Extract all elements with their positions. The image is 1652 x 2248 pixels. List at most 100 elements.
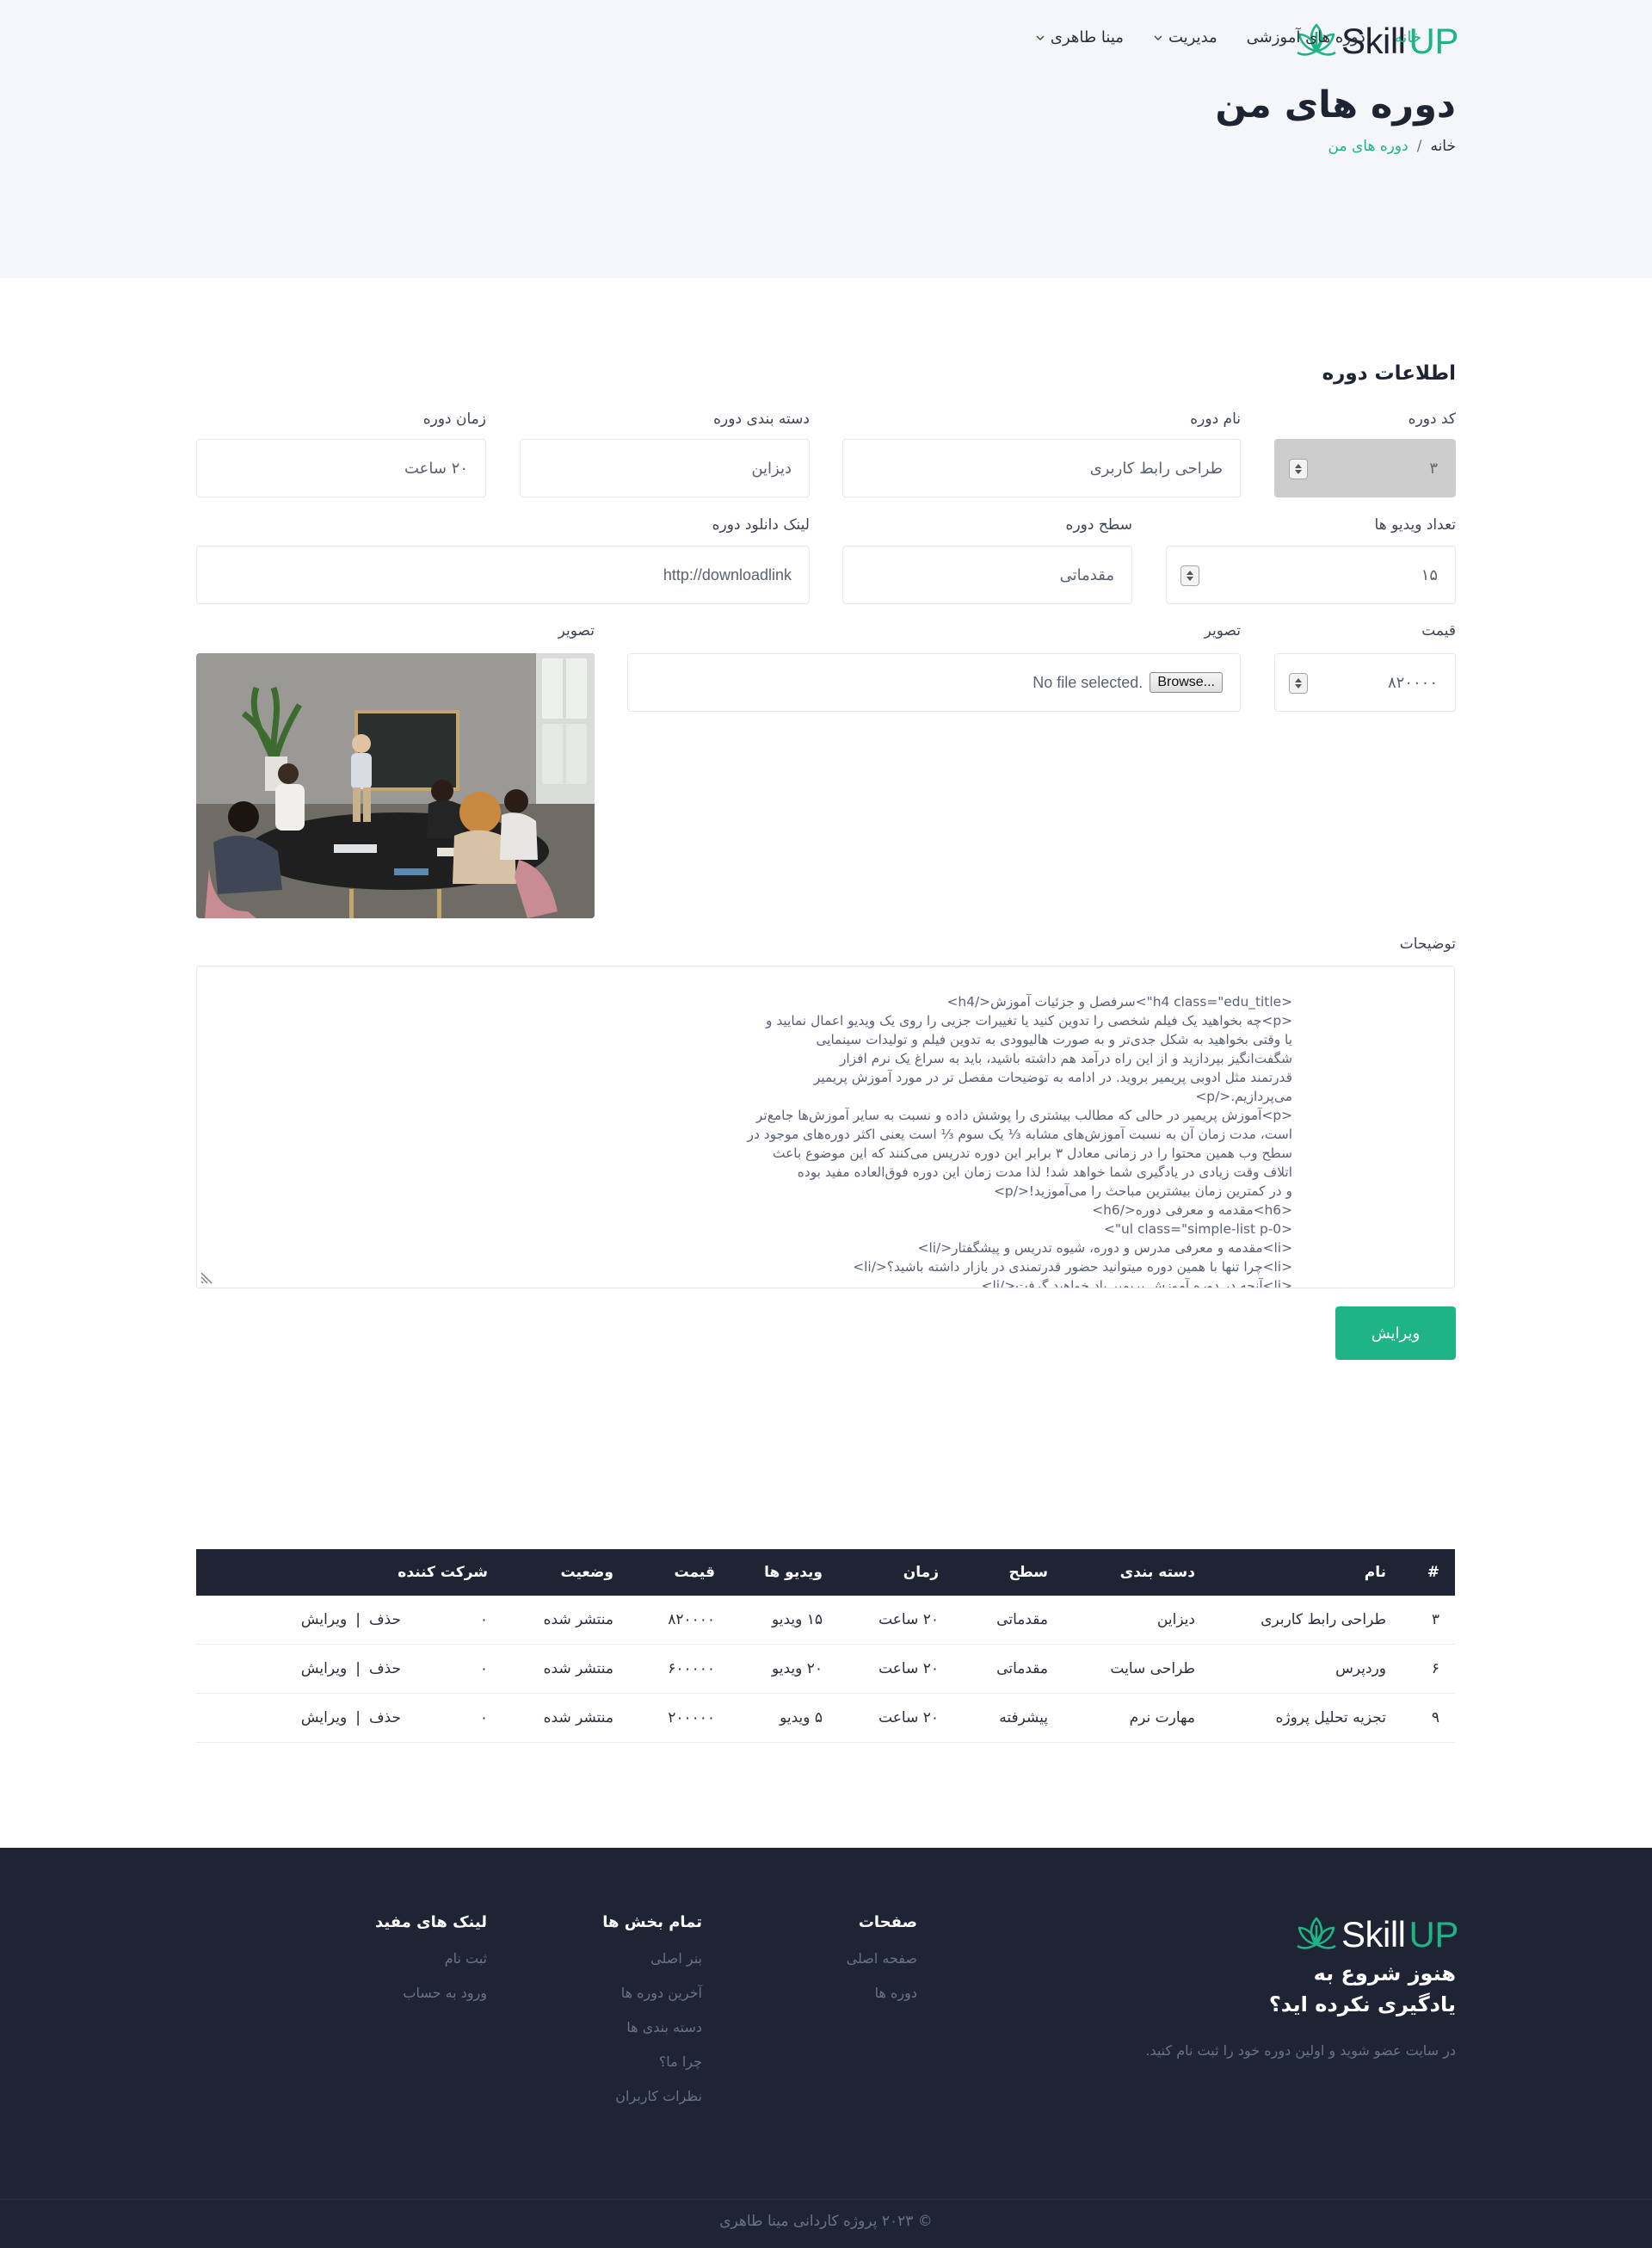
delete-link[interactable]: حذف — [369, 1709, 401, 1726]
edit-link[interactable]: ویرایش — [301, 1709, 347, 1726]
cell-price: ۸۲۰۰۰۰ — [668, 1611, 715, 1628]
col-index-header: # — [1427, 1564, 1439, 1581]
download-link-label: لینک دانلود دوره — [712, 516, 810, 534]
breadcrumb-separator: / — [1416, 138, 1422, 155]
nav-user-menu[interactable]: مینا طاهری — [1035, 28, 1124, 46]
edit-submit-button[interactable]: ویرایش — [1335, 1306, 1456, 1360]
browse-button[interactable]: Browse... — [1150, 672, 1223, 693]
table-row: ۹ تجزیه تحلیل پروژه مهارت نرم پیشرفته ۲۰ ساع… — [196, 1694, 1455, 1743]
video-count-value: ۱۵ — [1421, 565, 1438, 584]
cell-index: ۹ — [1431, 1709, 1439, 1726]
cell-name: تجزیه تحلیل پروژه — [1275, 1709, 1386, 1726]
course-image-preview — [196, 653, 595, 918]
copyright-text: © ۲۰۲۳ پروژه کاردانی مینا طاهری — [719, 2213, 933, 2230]
nav-courses[interactable]: دوره های آموزشی — [1247, 28, 1365, 46]
download-link-field[interactable]: http://downloadlink — [196, 546, 810, 604]
course-duration-value: ۲۰ ساعت — [404, 459, 468, 478]
logo-text-skill: Skill — [1341, 1914, 1406, 1955]
footer-link[interactable]: ورود به حساب — [375, 1985, 487, 2001]
action-separator: | — [355, 1660, 361, 1677]
cell-time: ۲۰ ساعت — [878, 1660, 939, 1677]
main-nav: خانه دوره های آموزشی مدیریت مینا طاهری — [1035, 28, 1421, 46]
file-status-text: No file selected. — [1032, 673, 1143, 691]
cell-time: ۲۰ ساعت — [878, 1611, 939, 1628]
course-code-field: ۳ — [1274, 439, 1456, 497]
cell-status: منتشر شده — [543, 1709, 613, 1726]
course-duration-label: زمان دوره — [422, 411, 486, 428]
course-duration-field[interactable]: ۲۰ ساعت — [196, 439, 486, 497]
course-level-field[interactable]: مقدماتی — [842, 546, 1132, 604]
footer-link[interactable]: دوره ها — [847, 1985, 917, 2001]
video-count-field[interactable]: ۱۵ — [1166, 546, 1456, 604]
edit-link[interactable]: ویرایش — [301, 1660, 347, 1677]
table-body: ۳ طراحی رابط کاربری دیزاین مقدماتی ۲۰ ساعت ۱۵… — [196, 1596, 1455, 1743]
footer-link[interactable]: دسته بندی ها — [602, 2019, 702, 2035]
edit-link[interactable]: ویرایش — [301, 1611, 347, 1628]
cell-videos: ۱۵ ویدیو — [771, 1611, 823, 1628]
footer-link[interactable]: بنر اصلی — [602, 1950, 702, 1967]
cell-videos: ۲۰ ویدیو — [771, 1660, 823, 1677]
row-actions: حذف | ویرایش — [301, 1611, 401, 1628]
cell-category: مهارت نرم — [1129, 1709, 1195, 1726]
course-category-label: دسته بندی دوره — [713, 411, 810, 428]
classroom-photo-image — [196, 653, 595, 918]
course-code-value: ۳ — [1429, 459, 1438, 478]
footer-link[interactable]: ثبت نام — [375, 1950, 487, 1967]
course-info-title: اطلاعات دوره — [1322, 362, 1456, 385]
nav-home[interactable]: خانه — [1395, 28, 1421, 46]
chevron-down-icon — [1154, 35, 1162, 40]
col-videos-header: ویدیو ها — [764, 1564, 823, 1581]
col-name-header: نام — [1364, 1564, 1386, 1581]
footer-col-sections-title: تمام بخش ها — [602, 1913, 702, 1931]
footer-logo[interactable]: Skill UP — [1295, 1914, 1458, 1955]
spinner-arrows-icon[interactable] — [1180, 565, 1199, 586]
footer-tagline: هنوز شروع به یادگیری نکرده اید؟ — [1268, 1961, 1456, 2016]
nav-manage[interactable]: مدیریت — [1153, 28, 1217, 46]
action-separator: | — [355, 1611, 361, 1628]
col-time-header: زمان — [903, 1564, 939, 1581]
delete-link[interactable]: حذف — [369, 1611, 401, 1628]
cell-name: طراحی رابط کاربری — [1261, 1611, 1386, 1628]
footer-col-useful: لینک های مفید ثبت نام ورود به حساب — [375, 1913, 487, 2019]
row-actions: حذف | ویرایش — [301, 1709, 401, 1726]
nav-user-label: مینا طاهری — [1050, 28, 1124, 46]
nav-manage-label: مدیریت — [1168, 28, 1217, 46]
footer-col-useful-title: لینک های مفید — [375, 1913, 487, 1931]
price-label: قیمت — [1421, 622, 1456, 639]
cell-level: پیشرفته — [999, 1709, 1048, 1726]
course-name-field[interactable]: طراحی رابط کاربری — [842, 439, 1241, 497]
resize-grip-icon[interactable] — [199, 1270, 214, 1286]
cell-index: ۶ — [1431, 1660, 1439, 1677]
table-header: # نام دسته بندی سطح زمان ویدیو ها قیمت و… — [196, 1549, 1455, 1596]
description-textarea[interactable]: <h4 class="edu_title">سرفصل و جزئیات آمو… — [196, 966, 1455, 1288]
course-category-field[interactable]: دیزاین — [520, 439, 810, 497]
col-level-header: سطح — [1008, 1564, 1048, 1581]
cell-category: دیزاین — [1156, 1611, 1195, 1628]
price-field[interactable]: ۸۲۰۰۰۰ — [1274, 653, 1456, 712]
col-status-header: وضعیت — [560, 1564, 613, 1581]
footer-col-sections: تمام بخش ها بنر اصلی آخرین دوره ها دسته … — [602, 1913, 702, 2122]
breadcrumb-current: دوره های من — [1328, 138, 1409, 155]
chevron-down-icon — [1036, 35, 1045, 40]
cell-price: ۶۰۰۰۰۰ — [668, 1660, 715, 1677]
breadcrumb-home[interactable]: خانه — [1430, 138, 1456, 155]
spinner-arrows-icon[interactable] — [1289, 673, 1308, 694]
col-participants-header: شرکت کننده — [398, 1564, 488, 1581]
action-separator: | — [355, 1709, 361, 1726]
footer-col-pages-title: صفحات — [858, 1913, 917, 1931]
image-input-label: تصویر — [1204, 622, 1241, 639]
course-category-value: دیزاین — [751, 459, 792, 478]
table-row: ۶ وردپرس طراحی سایت مقدماتی ۲۰ ساعت ۲۰ ویدیو ۶… — [196, 1645, 1455, 1694]
footer-link[interactable]: نظرات کاربران — [602, 2088, 702, 2104]
course-level-label: سطح دوره — [1065, 516, 1132, 534]
course-level-value: مقدماتی — [1059, 565, 1114, 584]
footer-link[interactable]: چرا ما؟ — [602, 2053, 702, 2070]
image-file-input[interactable]: No file selected. Browse... — [627, 653, 1241, 712]
delete-link[interactable]: حذف — [369, 1660, 401, 1677]
cell-category: طراحی سایت — [1110, 1660, 1195, 1677]
footer-link[interactable]: آخرین دوره ها — [602, 1985, 702, 2001]
cell-participants: ۰ — [479, 1660, 488, 1677]
cell-price: ۲۰۰۰۰۰ — [668, 1709, 715, 1726]
page-title: دوره های من — [1215, 83, 1456, 127]
footer-link[interactable]: صفحه اصلی — [847, 1950, 917, 1967]
